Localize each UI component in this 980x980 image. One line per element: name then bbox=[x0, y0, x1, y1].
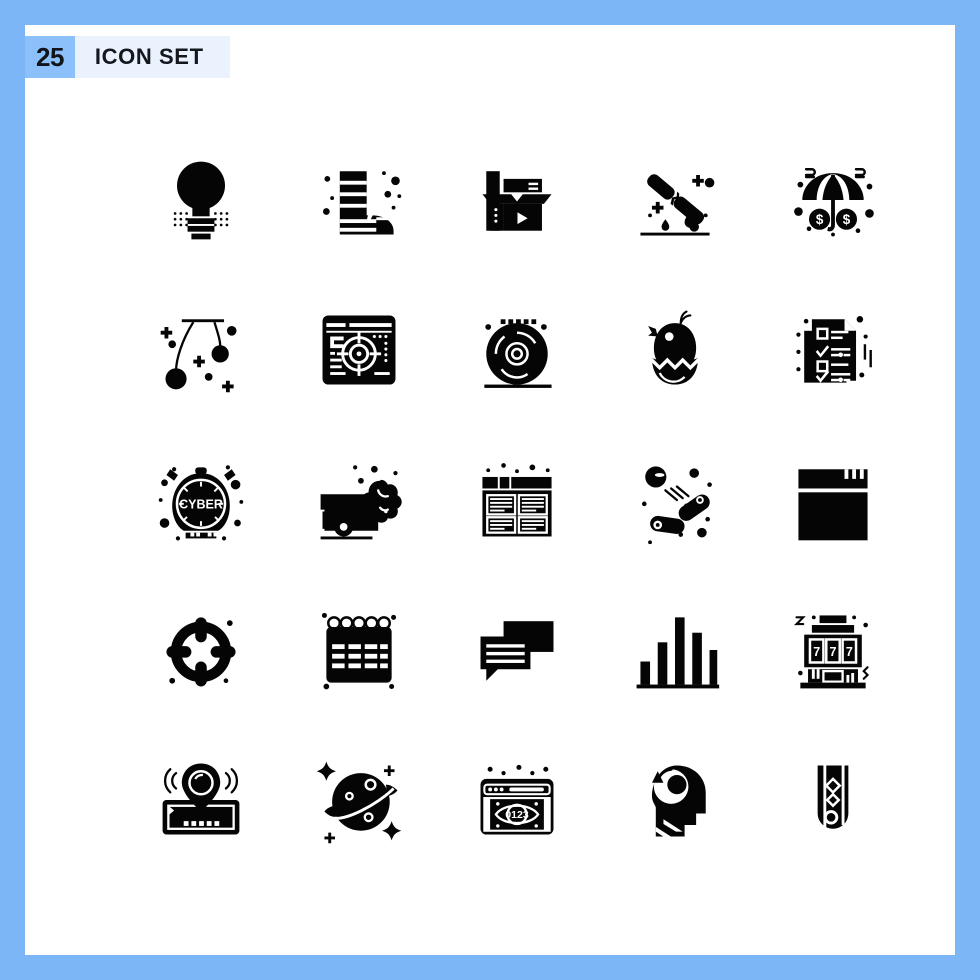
browser-window-solid-icon bbox=[798, 469, 868, 541]
hatching-chick-icon bbox=[648, 310, 699, 385]
icon-cell-crosshair-target[interactable] bbox=[122, 575, 280, 725]
bar-chart-icon bbox=[636, 617, 720, 689]
svg-text:0123: 0123 bbox=[505, 809, 529, 821]
svg-text:$: $ bbox=[816, 212, 824, 227]
icon-cell-browser-target[interactable] bbox=[280, 275, 438, 425]
video-package-box-icon bbox=[482, 171, 552, 231]
icon-cell-head-awareness[interactable] bbox=[596, 725, 754, 875]
hanging-ornaments-icon bbox=[160, 319, 237, 393]
idea-atom-bulb-icon bbox=[173, 161, 229, 240]
rain-boot-icon bbox=[323, 171, 402, 235]
icon-cell-rain-boot[interactable] bbox=[280, 125, 438, 275]
vinyl-record-icon bbox=[484, 319, 552, 388]
icon-set-card: 25 ICON SET $ $ CYBER 7 7 7 0123 bbox=[25, 25, 955, 955]
icon-cell-hatching-chick[interactable] bbox=[596, 275, 754, 425]
page-title: ICON SET bbox=[94, 44, 204, 69]
icon-cell-bar-chart[interactable] bbox=[596, 575, 754, 725]
money-insurance-umbrella-icon: $ $ bbox=[794, 168, 874, 237]
icon-count-badge: 25 bbox=[25, 36, 75, 78]
icon-cell-truck-pollution[interactable] bbox=[280, 425, 438, 575]
icon-grid: $ $ CYBER 7 7 7 0123 bbox=[122, 125, 912, 875]
icon-cell-money-insurance-umbrella[interactable]: $ $ bbox=[754, 125, 912, 275]
newspaper-layout-icon bbox=[482, 463, 552, 537]
icon-cell-idea-atom-bulb[interactable] bbox=[122, 125, 280, 275]
svg-text:7: 7 bbox=[846, 645, 853, 659]
map-location-signal-icon bbox=[162, 763, 240, 835]
sugar-cane-icon bbox=[640, 174, 715, 236]
svg-text:CYBER: CYBER bbox=[179, 498, 223, 512]
browser-target-icon bbox=[322, 315, 396, 385]
icon-cell-newspaper-layout[interactable] bbox=[438, 425, 596, 575]
chat-bubbles-icon bbox=[480, 621, 554, 681]
icon-cell-browser-eye-data[interactable]: 0123 bbox=[438, 725, 596, 875]
header-bar: 25 ICON SET bbox=[25, 36, 230, 78]
checklist-document-icon bbox=[796, 316, 872, 383]
icon-cell-browser-window-solid[interactable] bbox=[754, 425, 912, 575]
icon-cell-planet-saturn[interactable] bbox=[280, 725, 438, 875]
browser-eye-data-icon: 0123 bbox=[480, 764, 554, 835]
icon-cell-test-tube[interactable] bbox=[754, 725, 912, 875]
icon-cell-checklist-document[interactable] bbox=[754, 275, 912, 425]
cyber-alarm-clock-icon: CYBER bbox=[158, 465, 244, 541]
spiral-calendar-icon bbox=[321, 612, 397, 690]
icon-cell-video-package-box[interactable] bbox=[438, 125, 596, 275]
icon-cell-sugar-cane[interactable] bbox=[596, 125, 754, 275]
slot-machine-icon: 7 7 7 bbox=[793, 615, 870, 689]
crosshair-target-icon bbox=[166, 617, 236, 687]
icon-cell-slot-machine[interactable]: 7 7 7 bbox=[754, 575, 912, 725]
icon-cell-vinyl-record[interactable] bbox=[438, 275, 596, 425]
svg-text:$: $ bbox=[843, 212, 851, 227]
icon-cell-spiral-calendar[interactable] bbox=[280, 575, 438, 725]
svg-text:7: 7 bbox=[813, 645, 820, 659]
icon-cell-cyber-alarm-clock[interactable]: CYBER bbox=[122, 425, 280, 575]
icon-cell-map-location-signal[interactable] bbox=[122, 725, 280, 875]
truck-pollution-icon bbox=[320, 465, 402, 540]
icon-cell-hanging-ornaments[interactable] bbox=[122, 275, 280, 425]
svg-text:7: 7 bbox=[830, 645, 837, 659]
head-awareness-icon bbox=[651, 765, 706, 841]
bacteria-germs-icon bbox=[641, 466, 712, 545]
planet-saturn-icon bbox=[316, 761, 402, 844]
test-tube-icon bbox=[817, 765, 849, 833]
icon-cell-bacteria-germs[interactable] bbox=[596, 425, 754, 575]
icon-cell-chat-bubbles[interactable] bbox=[438, 575, 596, 725]
